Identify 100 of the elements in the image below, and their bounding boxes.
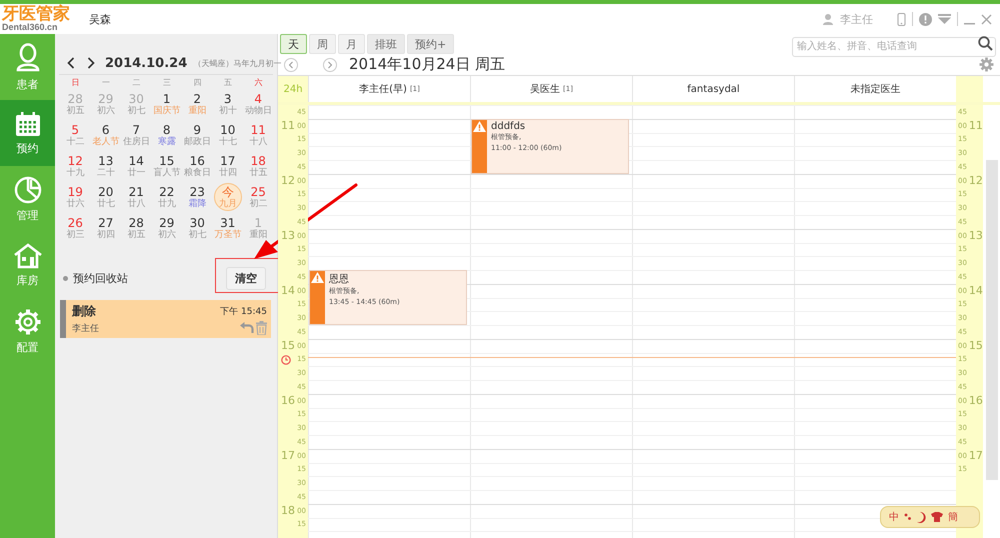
previous-day-button[interactable] bbox=[284, 58, 298, 72]
calendar-day[interactable]: 4 动物日 bbox=[243, 89, 274, 120]
scrollbar-thumb[interactable] bbox=[986, 160, 998, 480]
hour-label: 12 bbox=[281, 174, 295, 187]
settings-icon[interactable] bbox=[979, 57, 994, 72]
shirt-icon[interactable] bbox=[931, 512, 943, 522]
calendar-day[interactable]: 7 住房日 bbox=[121, 120, 152, 151]
lunar-day-label: 廿六 bbox=[66, 199, 84, 209]
calendar-day[interactable]: 22 廿九 bbox=[152, 182, 182, 213]
lunar-day-label: 廿九 bbox=[158, 199, 176, 209]
gear-icon bbox=[14, 308, 42, 336]
calendar-day[interactable]: 9 邮政日 bbox=[182, 120, 212, 151]
calendar-day[interactable]: 11 十八 bbox=[243, 120, 274, 151]
view-tab[interactable]: 周 bbox=[309, 34, 336, 54]
calendar-day[interactable]: 10 十七 bbox=[212, 120, 243, 151]
calendar-day[interactable]: 30 初七 bbox=[182, 213, 212, 244]
phone-icon[interactable] bbox=[897, 12, 906, 26]
trash-icon[interactable] bbox=[256, 321, 267, 335]
calendar-day[interactable]: 2 重阳 bbox=[182, 89, 212, 120]
lunar-day-label: 初四 bbox=[96, 230, 115, 240]
punctuation-icon[interactable] bbox=[904, 513, 912, 521]
weekday-label: 三 bbox=[162, 77, 172, 89]
lunar-day-label: 廿四 bbox=[218, 168, 237, 178]
lunar-day-label: 廿五 bbox=[249, 168, 268, 178]
toolbar-button[interactable]: 排班 bbox=[367, 34, 405, 54]
calendar-day[interactable]: 28 初五 bbox=[121, 213, 152, 244]
calendar-day[interactable]: 6 老人节 bbox=[90, 120, 121, 151]
calendar-day[interactable]: 8 寒露 bbox=[152, 120, 182, 151]
calendar-day[interactable]: 5 十二 bbox=[60, 120, 90, 151]
calendar-day[interactable]: 23 霜降 bbox=[182, 182, 212, 213]
view-tab[interactable]: 天 bbox=[280, 34, 307, 54]
lunar-day-label: 十七 bbox=[218, 137, 237, 147]
lunar-day-label: 初六 bbox=[96, 106, 115, 116]
lunar-day-label: 初三 bbox=[66, 230, 84, 240]
clock-icon bbox=[281, 354, 291, 364]
hour-label: 14 bbox=[281, 284, 295, 297]
calendar-day[interactable]: 29 初六 bbox=[152, 213, 182, 244]
pie-chart-icon bbox=[14, 176, 42, 204]
calendar-day[interactable]: 3 初十 bbox=[212, 89, 243, 120]
dropdown-icon[interactable] bbox=[938, 14, 951, 24]
weekday-label: 日 bbox=[70, 77, 80, 89]
search-field[interactable]: 输入姓名、拼音、电话查询 bbox=[792, 36, 996, 56]
search-icon[interactable] bbox=[978, 36, 993, 51]
weekday-label: 二 bbox=[131, 77, 142, 89]
info-icon[interactable] bbox=[919, 12, 932, 26]
input-mode-toggle[interactable]: 中 bbox=[889, 510, 899, 524]
appointment-title: 删除 bbox=[72, 303, 96, 320]
calendar-day[interactable]: 20 廿七 bbox=[90, 182, 121, 213]
close-icon[interactable] bbox=[981, 14, 992, 24]
calendar-day[interactable]: 16 粮食日 bbox=[182, 151, 212, 182]
lunar-day-label: 初六 bbox=[158, 230, 176, 240]
hour-label: 17 bbox=[281, 448, 295, 462]
lunar-day-label: 初二 bbox=[249, 199, 268, 209]
script-toggle[interactable]: 簡 bbox=[948, 510, 958, 524]
lunar-day-label: 廿一 bbox=[127, 168, 146, 178]
lunar-day-label: 动物日 bbox=[244, 106, 272, 116]
moon-icon[interactable] bbox=[917, 512, 926, 522]
calendar-day[interactable]: 27 初四 bbox=[90, 213, 121, 244]
calendar-day[interactable]: 19 廿六 bbox=[60, 182, 90, 213]
calendar-date: 2014.10.24 bbox=[105, 56, 188, 70]
lunar-day-label: 初七 bbox=[127, 106, 146, 116]
doctor-column-header: fantasydal bbox=[632, 76, 794, 102]
hour-label: 16 bbox=[281, 394, 295, 407]
patient-name: dddfds bbox=[491, 120, 526, 132]
hour-label: 17 bbox=[968, 449, 983, 462]
calendar-day[interactable]: 14 廿一 bbox=[121, 151, 152, 182]
lunar-day-label: 国庆节 bbox=[153, 106, 180, 116]
deleted-appointment-card[interactable]: 删除 下午 15:45 李主任 bbox=[60, 300, 271, 338]
warning-icon bbox=[311, 272, 324, 283]
toolbar-button[interactable]: 预约+ bbox=[407, 34, 454, 54]
calendar-day[interactable]: 15 盲人节 bbox=[152, 151, 182, 182]
chevron-right-icon bbox=[327, 60, 333, 68]
patient-name: 恩恩 bbox=[329, 273, 350, 286]
calendar-day[interactable]: 12 十九 bbox=[60, 151, 90, 182]
lunar-day-label: 霜降 bbox=[188, 199, 206, 209]
calendar-day[interactable]: 1 国庆节 bbox=[152, 89, 182, 120]
doctor-name: 李主任 bbox=[72, 322, 99, 334]
calendar-day[interactable]: 13 二十 bbox=[90, 151, 121, 182]
lunar-date: （天蝎座）马年九月初一 bbox=[193, 58, 282, 68]
lunar-day-label: 粮食日 bbox=[184, 168, 211, 178]
calendar-day[interactable]: 26 初三 bbox=[60, 213, 90, 244]
calendar-day[interactable]: 18 廿五 bbox=[243, 151, 274, 182]
weekday-label: 四 bbox=[192, 77, 202, 89]
weekday-label: 五 bbox=[222, 77, 233, 89]
calendar-day[interactable]: 17 廿四 bbox=[212, 151, 243, 182]
calendar-day[interactable]: 25 初二 bbox=[243, 182, 274, 213]
sidebar-item[interactable]: 预约 bbox=[0, 100, 55, 166]
view-tab[interactable]: 月 bbox=[338, 34, 365, 54]
calendar-day[interactable]: 31 万圣节 bbox=[212, 213, 243, 244]
calendar-day[interactable]: 21 廿八 bbox=[121, 182, 152, 213]
lunar-day-label: 邮政日 bbox=[184, 137, 211, 147]
hour-label: 14 bbox=[968, 284, 983, 298]
clear-button[interactable]: 清空 bbox=[226, 266, 266, 290]
undo-icon[interactable] bbox=[240, 322, 254, 334]
lunar-day-label: 住房日 bbox=[122, 137, 150, 147]
person-icon bbox=[14, 42, 42, 72]
lunar-day-label: 初五 bbox=[127, 230, 146, 240]
time-gutter-header bbox=[956, 76, 983, 102]
next-day-button[interactable] bbox=[323, 58, 337, 72]
lunar-day-label: 廿八 bbox=[127, 199, 146, 209]
